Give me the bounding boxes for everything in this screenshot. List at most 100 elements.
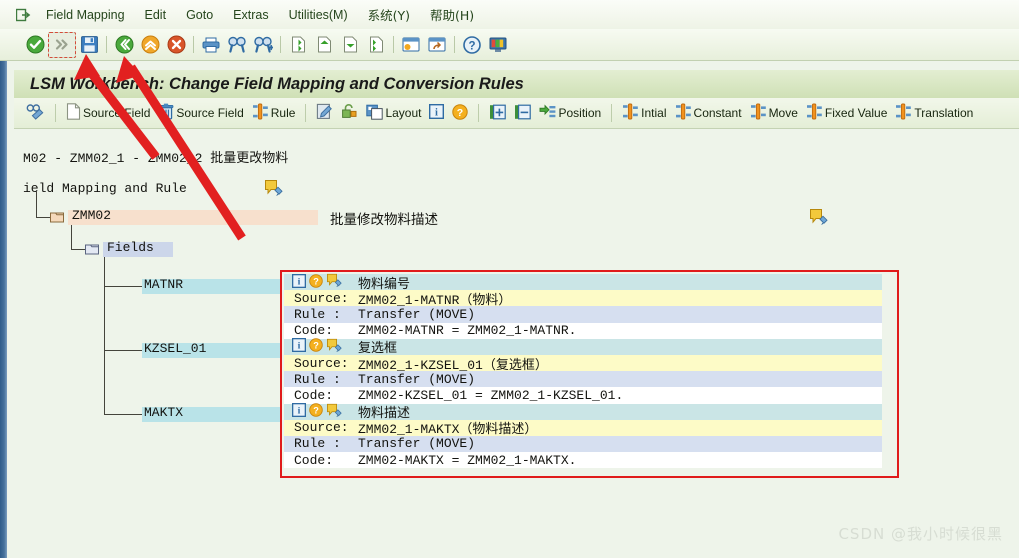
exit-icon[interactable] xyxy=(10,8,36,22)
mapping-source-row[interactable]: Source: ZMM02_1-MATNR（物料） xyxy=(284,290,882,308)
info-icon: i xyxy=(429,103,445,122)
tree-connector xyxy=(104,350,142,351)
layout-button[interactable]: Layout xyxy=(362,101,425,125)
exit-up-icon[interactable] xyxy=(137,33,163,57)
save-icon[interactable] xyxy=(76,33,102,57)
display-change-button[interactable] xyxy=(22,101,49,125)
next-page-icon[interactable] xyxy=(337,33,363,57)
create-shortcut-icon[interactable] xyxy=(424,33,450,57)
tree-connector xyxy=(36,191,37,217)
mapping-source-row[interactable]: Source: ZMM02_1-MAKTX（物料描述） xyxy=(284,419,882,438)
enter-check-icon[interactable] xyxy=(22,33,48,57)
command-more-icon[interactable] xyxy=(48,31,76,58)
create-source-field-button[interactable]: Source Field xyxy=(62,101,154,125)
svg-text:?: ? xyxy=(313,341,319,351)
initial-rule-button[interactable]: Intial xyxy=(618,101,670,125)
menu-bar: Field Mapping Edit Goto Extras Utilities… xyxy=(0,0,1019,30)
question-icon[interactable]: ? xyxy=(309,338,323,355)
button-label: Move xyxy=(768,106,798,120)
mapping-rule-row[interactable]: Rule : Transfer (MOVE) xyxy=(284,435,882,453)
menu-item-help[interactable]: 帮助(H) xyxy=(421,2,483,27)
info-icon[interactable]: i xyxy=(291,273,307,291)
info-icon[interactable]: i xyxy=(291,403,307,420)
mapping-code-row[interactable]: Code: ZMM02-MATNR = ZMM02_1-MATNR. xyxy=(284,322,882,339)
mapping-title-row[interactable]: i ? 复选框 xyxy=(284,338,882,356)
constant-rule-button[interactable]: Constant xyxy=(671,101,746,125)
field-node-label: KZSEL_01 xyxy=(144,341,207,356)
svg-text:i: i xyxy=(298,406,301,417)
create-session-icon[interactable] xyxy=(398,33,424,57)
menu-label: Edit xyxy=(144,7,167,22)
screen-title-bar: LSM Workbench: Change Field Mapping and … xyxy=(14,70,1019,98)
note-pencil-icon[interactable] xyxy=(809,208,829,229)
note-pencil-icon[interactable] xyxy=(326,273,343,291)
find-icon[interactable] xyxy=(224,33,250,57)
last-page-icon[interactable] xyxy=(363,33,389,57)
mapping-rule-row[interactable]: Rule : Transfer (MOVE) xyxy=(284,371,882,388)
source-value: ZMM02_1-KZSEL_01（复选框） xyxy=(358,357,548,373)
edit-button[interactable] xyxy=(312,101,337,125)
note-pencil-icon[interactable] xyxy=(264,179,284,200)
menu-item-system[interactable]: 系统(Y) xyxy=(359,2,419,27)
first-page-icon[interactable] xyxy=(285,33,311,57)
expand-node-button[interactable] xyxy=(485,101,510,125)
code-label: Code: xyxy=(294,452,334,468)
info-button[interactable]: i xyxy=(425,101,448,125)
row-icon-set: i ? xyxy=(284,403,358,421)
mapping-source-row[interactable]: Source: ZMM02_1-KZSEL_01（复选框） xyxy=(284,354,882,373)
mapping-code-row[interactable]: Code: ZMM02-KZSEL_01 = ZMM02_1-KZSEL_01. xyxy=(284,387,882,404)
rule-value: Transfer (MOVE) xyxy=(358,436,476,452)
tree-connector xyxy=(104,255,105,415)
previous-page-icon[interactable] xyxy=(311,33,337,57)
menu-item-extras[interactable]: Extras xyxy=(224,5,277,25)
menu-item-goto[interactable]: Goto xyxy=(177,5,222,25)
button-label: Rule xyxy=(270,106,296,120)
button-label: Translation xyxy=(914,106,974,120)
source-value: ZMM02_1-MAKTX（物料描述） xyxy=(358,422,538,438)
layout-menu-icon[interactable] xyxy=(485,33,511,57)
mapping-title-row[interactable]: i ? 物料编号 xyxy=(284,273,882,292)
fixed-value-rule-button[interactable]: Fixed Value xyxy=(802,101,891,125)
source-label: Source: xyxy=(294,420,349,436)
tree-connector xyxy=(104,286,142,287)
help-icon[interactable]: ? xyxy=(459,33,485,57)
note-pencil-icon[interactable] xyxy=(326,338,343,356)
move-rule-button[interactable]: Move xyxy=(746,101,802,125)
svg-text:?: ? xyxy=(313,406,319,416)
menu-item-utilities[interactable]: Utilities(M) xyxy=(280,5,357,25)
question-icon[interactable]: ? xyxy=(309,403,323,420)
toolbar-separator xyxy=(193,36,194,53)
question-icon[interactable]: ? xyxy=(309,273,323,291)
translation-rule-button[interactable]: Translation xyxy=(891,101,977,125)
toolbar-separator xyxy=(55,104,56,122)
back-icon[interactable] xyxy=(111,33,137,57)
layout-icon xyxy=(366,103,384,123)
fields-node-label: Fields xyxy=(107,240,154,255)
print-icon[interactable] xyxy=(198,33,224,57)
lock-button[interactable] xyxy=(337,101,362,125)
collapse-node-button[interactable] xyxy=(510,101,535,125)
info-icon[interactable]: i xyxy=(291,338,307,355)
menu-item-field-mapping[interactable]: Field Mapping xyxy=(37,5,134,25)
find-next-icon[interactable] xyxy=(250,33,276,57)
code-label: Code: xyxy=(294,387,334,403)
delete-source-field-button[interactable]: Source Field xyxy=(154,101,247,125)
mapping-code-row[interactable]: Code: ZMM02-MAKTX = ZMM02_1-MAKTX. xyxy=(284,452,882,469)
button-label: Intial xyxy=(641,106,667,120)
mapping-rule-row[interactable]: Rule : Transfer (MOVE) xyxy=(284,306,882,323)
mapping-title-row[interactable]: i ? 物料描述 xyxy=(284,403,882,421)
question-icon: ? xyxy=(452,103,469,123)
help-question-button[interactable]: ? xyxy=(448,101,472,125)
menu-label: Utilities(M) xyxy=(288,7,348,22)
create-rule-button[interactable]: Rule xyxy=(248,101,300,125)
note-pencil-icon[interactable] xyxy=(326,403,343,421)
source-value: ZMM02_1-MATNR（物料） xyxy=(358,292,512,308)
source-label: Source: xyxy=(294,355,349,371)
menu-item-edit[interactable]: Edit xyxy=(136,5,176,25)
position-button[interactable]: Position xyxy=(535,101,605,125)
cancel-icon[interactable] xyxy=(163,33,189,57)
button-label: Fixed Value xyxy=(824,106,888,120)
toolbar-separator xyxy=(393,36,394,53)
position-icon xyxy=(539,103,556,123)
icon-toolbar: ? xyxy=(0,29,1019,61)
